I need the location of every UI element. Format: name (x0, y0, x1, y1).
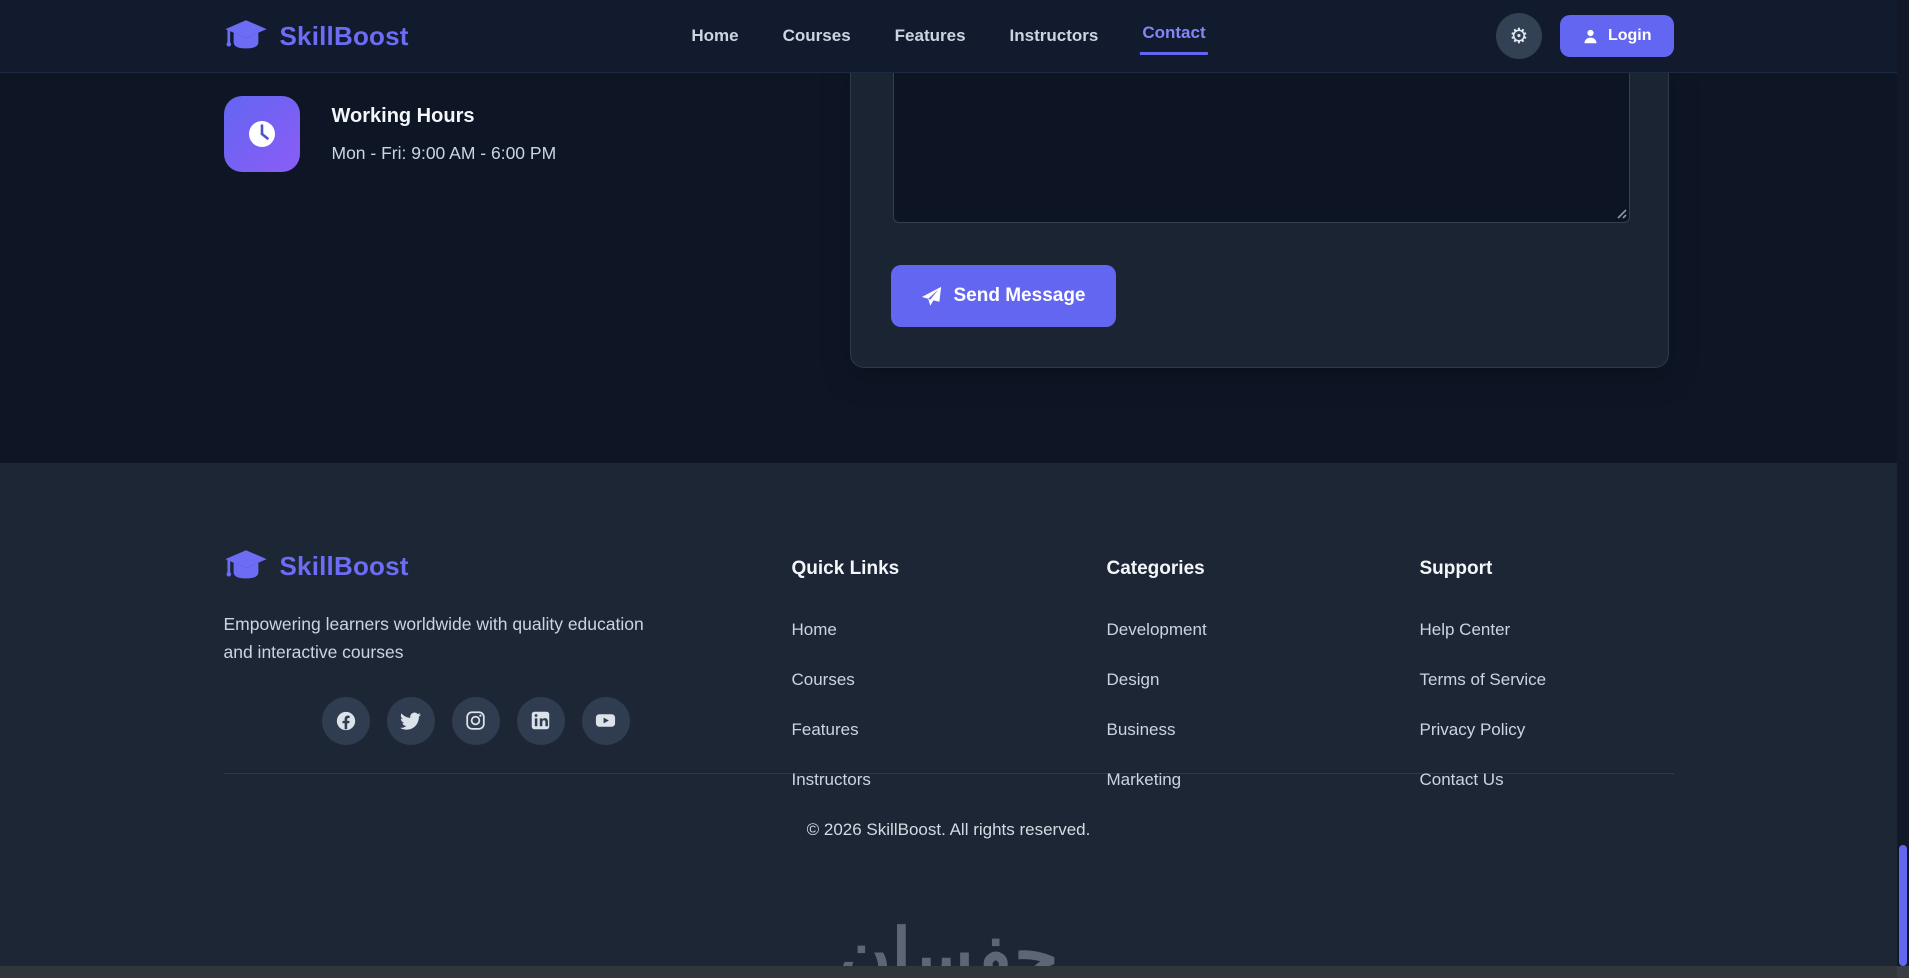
social-linkedin-button[interactable] (516, 696, 565, 745)
footer-link-privacy[interactable]: Privacy Policy (1420, 720, 1526, 739)
copyright-text: © 2026 SkillBoost. All rights reserved. (806, 820, 1091, 839)
page: Working Hours Mon - Fri: 9:00 AM - 6:00 … (0, 0, 1897, 966)
footer-brand-column: SkillBoost Empowering learners worldwide… (224, 548, 792, 820)
message-textarea[interactable] (892, 64, 1630, 223)
vertical-scrollbar-track[interactable] (1897, 0, 1909, 966)
navbar: SkillBoost Home Courses Features Instruc… (0, 0, 1897, 73)
horizontal-scrollbar-track[interactable] (0, 966, 1897, 978)
footer-link-help-center[interactable]: Help Center (1420, 620, 1511, 639)
footer-column-title: Quick Links (791, 558, 900, 579)
instagram-icon (465, 710, 486, 731)
navbar-brand[interactable]: SkillBoost (224, 18, 409, 54)
watermark-text: حفسان (838, 916, 1059, 966)
working-hours-title: Working Hours (331, 105, 475, 127)
footer-link-home[interactable]: Home (792, 620, 837, 639)
social-youtube-button[interactable] (581, 696, 630, 745)
send-message-label: Send Message (953, 285, 1086, 306)
footer-column-support: Support Help Center Terms of Service Pri… (1420, 548, 1674, 820)
scrollbar-corner (1897, 966, 1909, 978)
graduation-cap-icon (224, 18, 268, 54)
contact-form-panel: Send Message (849, 53, 1669, 368)
footer-brand: SkillBoost (224, 548, 792, 584)
navbar-brand-name: SkillBoost (279, 20, 409, 51)
gear-icon: ⚙ (1509, 24, 1529, 48)
user-icon (1582, 28, 1599, 45)
footer-link-terms[interactable]: Terms of Service (1420, 670, 1547, 689)
nav-link-home[interactable]: Home (689, 20, 740, 52)
graduation-cap-icon (224, 548, 268, 584)
footer-link-design[interactable]: Design (1107, 670, 1160, 689)
social-instagram-button[interactable] (451, 696, 500, 745)
working-hours-item: Working Hours Mon - Fri: 9:00 AM - 6:00 … (223, 96, 557, 172)
login-button[interactable]: Login (1559, 15, 1674, 57)
paper-plane-icon (921, 286, 942, 307)
footer: SkillBoost Empowering learners worldwide… (0, 463, 1897, 966)
footer-column-categories: Categories Development Design Business M… (1107, 548, 1420, 820)
vertical-scrollbar-thumb[interactable] (1899, 845, 1907, 966)
contact-section: Working Hours Mon - Fri: 9:00 AM - 6:00 … (0, 53, 1897, 463)
footer-column-title: Categories (1106, 558, 1205, 579)
footer-column-quick-links: Quick Links Home Courses Features Instru… (792, 548, 1107, 820)
social-twitter-button[interactable] (386, 696, 435, 745)
footer-link-business[interactable]: Business (1107, 720, 1176, 739)
footer-tagline: Empowering learners worldwide with quali… (223, 614, 644, 663)
nav-link-features[interactable]: Features (893, 20, 968, 52)
nav-link-contact[interactable]: Contact (1140, 17, 1208, 55)
working-hours-text: Mon - Fri: 9:00 AM - 6:00 PM (331, 143, 557, 163)
footer-link-contact-us[interactable]: Contact Us (1420, 770, 1504, 789)
social-facebook-button[interactable] (321, 696, 370, 745)
footer-link-features[interactable]: Features (792, 720, 859, 739)
settings-button[interactable]: ⚙ (1495, 13, 1542, 59)
social-links (321, 696, 792, 745)
clock-icon (223, 96, 300, 172)
login-label: Login (1607, 27, 1652, 44)
twitter-icon (400, 710, 421, 731)
footer-link-marketing[interactable]: Marketing (1107, 770, 1182, 789)
footer-brand-name: SkillBoost (279, 550, 409, 581)
nav-link-instructors[interactable]: Instructors (1008, 20, 1101, 52)
main-nav: Home Courses Features Instructors Contac… (689, 17, 1208, 55)
send-message-button[interactable]: Send Message (890, 265, 1116, 327)
facebook-icon (335, 710, 357, 732)
footer-link-courses[interactable]: Courses (792, 670, 855, 689)
footer-link-instructors[interactable]: Instructors (792, 770, 871, 789)
footer-link-development[interactable]: Development (1107, 620, 1207, 639)
nav-link-courses[interactable]: Courses (781, 20, 853, 52)
youtube-icon (594, 709, 617, 732)
footer-column-title: Support (1419, 558, 1493, 579)
linkedin-icon (530, 710, 551, 731)
